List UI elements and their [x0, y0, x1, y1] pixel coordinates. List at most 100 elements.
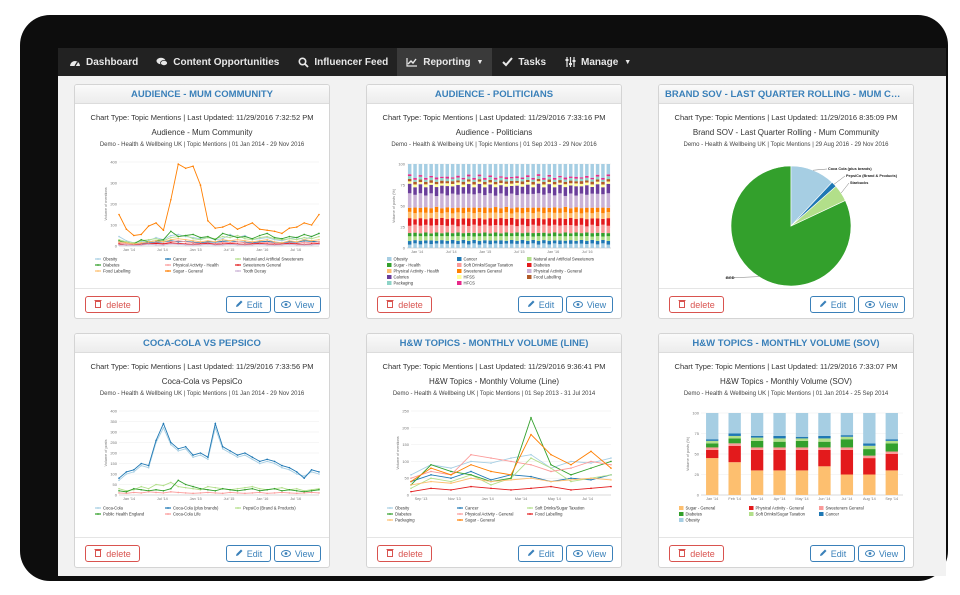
view-button[interactable]: View — [566, 545, 613, 562]
bar-segment — [440, 208, 444, 214]
bar-segment — [536, 174, 541, 176]
bar-segment — [440, 240, 444, 244]
bar-segment — [795, 440, 809, 448]
chart-title: Coca-Cola vs PepsiCo — [161, 377, 243, 386]
card-title[interactable]: H&W TOPICS - MONTHLY VOLUME (SOV) — [659, 334, 913, 353]
data-point — [510, 479, 512, 481]
bar-segment — [542, 207, 546, 214]
bar-segment — [863, 443, 876, 446]
view-button[interactable]: View — [858, 545, 905, 562]
report-card-coca-cola-vs-pepsico: COCA-COLA VS PEPSICO Chart Type: Topic M… — [74, 333, 330, 568]
bar-segment — [542, 240, 546, 244]
data-point — [236, 241, 239, 243]
edit-button[interactable]: Edit — [810, 545, 855, 562]
view-button[interactable]: View — [858, 296, 905, 313]
delete-button[interactable]: delete — [377, 296, 432, 313]
data-point — [155, 237, 157, 240]
bar-segment — [595, 164, 600, 175]
card-title[interactable]: AUDIENCE - POLITICIANS — [367, 85, 621, 104]
bar-segment — [531, 177, 535, 180]
bar-segment — [563, 243, 568, 248]
bar-segment — [429, 184, 433, 194]
bar-segment — [750, 435, 764, 438]
pie-chart: BGD Coca Cola (plus brands) PepsiCo (Brand… — [724, 165, 898, 286]
x-tick-label: May '14 — [795, 497, 808, 501]
delete-button[interactable]: delete — [85, 545, 140, 562]
card-title[interactable]: H&W TOPICS - MONTHLY VOLUME (LINE) — [367, 334, 621, 353]
trash-icon — [678, 548, 686, 559]
bar-segment — [434, 225, 439, 233]
bar-segment — [558, 208, 562, 213]
data-point — [140, 462, 143, 465]
data-point — [281, 486, 283, 489]
bar-segment — [472, 179, 476, 182]
bar-segment — [558, 218, 562, 226]
view-button[interactable]: View — [566, 296, 613, 313]
bar-segment — [499, 243, 503, 248]
card-title[interactable]: BRAND SOV - LAST QUARTER ROLLING - MUM C… — [659, 85, 913, 104]
nav-reporting[interactable]: Reporting ▼ — [397, 48, 493, 76]
edit-button[interactable]: Edit — [518, 545, 563, 562]
edit-button[interactable]: Edit — [810, 296, 855, 313]
data-point — [590, 467, 592, 469]
nav-manage[interactable]: Manage ▼ — [555, 48, 640, 76]
bar-segment — [413, 184, 417, 188]
legend-marker — [167, 513, 169, 515]
bar-segment — [885, 470, 898, 495]
data-point — [155, 488, 157, 491]
data-point — [244, 225, 246, 227]
bar-segment — [558, 193, 562, 209]
data-point — [214, 244, 217, 246]
data-point — [184, 445, 187, 448]
bar-segment — [461, 164, 466, 178]
chart-title: H&W Topics - Monthly Volume (Line) — [428, 377, 560, 386]
bar-segment — [520, 236, 525, 240]
chat-icon — [156, 56, 169, 68]
data-point — [273, 460, 276, 463]
delete-button[interactable]: delete — [85, 296, 140, 313]
delete-button[interactable]: delete — [377, 545, 432, 562]
bar-segment — [445, 183, 450, 187]
edit-button[interactable]: Edit — [518, 296, 563, 313]
bar-segment — [542, 236, 546, 241]
legend-label: Sugar - General — [465, 518, 495, 523]
nav-dashboard[interactable]: Dashboard — [60, 48, 147, 76]
bar-segment — [418, 233, 423, 237]
bar-segment — [568, 193, 573, 209]
bar-segment — [499, 225, 503, 234]
data-point — [273, 244, 276, 246]
bar-segment — [606, 164, 611, 175]
bar-segment — [585, 240, 589, 245]
card-title[interactable]: COCA-COLA VS PEPSICO — [75, 334, 329, 353]
data-point — [236, 238, 239, 241]
nav-tasks[interactable]: Tasks — [492, 48, 555, 76]
legend-label: Sugar - General — [686, 506, 716, 511]
bar-segment — [413, 181, 417, 185]
x-tick-label: Aug '14 — [863, 497, 876, 501]
data-point — [229, 234, 231, 237]
delete-button[interactable]: delete — [669, 545, 724, 562]
view-button[interactable]: View — [274, 545, 321, 562]
bar-segment — [461, 239, 466, 244]
delete-button[interactable]: delete — [669, 296, 724, 313]
legend-label: Packaging — [395, 518, 415, 523]
bar-segment — [493, 179, 498, 182]
bar-segment — [477, 181, 482, 184]
bar-segment — [509, 233, 514, 237]
nav-content-opportunities[interactable]: Content Opportunities — [147, 48, 288, 76]
card-title[interactable]: AUDIENCE - MUM COMMUNITY — [75, 85, 329, 104]
nav-influencer-feed[interactable]: Influencer Feed — [288, 48, 397, 76]
edit-button[interactable]: Edit — [226, 545, 271, 562]
edit-button[interactable]: Edit — [226, 296, 271, 313]
bar-segment — [429, 212, 433, 219]
legend-label: Diabetes — [534, 263, 551, 268]
y-tick-label: 25 — [695, 472, 700, 477]
data-point — [251, 243, 254, 246]
bar-segment — [818, 413, 831, 436]
eye-icon — [864, 549, 875, 559]
data-point — [170, 481, 172, 484]
data-point — [229, 239, 231, 242]
data-point — [610, 485, 612, 488]
view-button[interactable]: View — [274, 296, 321, 313]
data-point — [140, 492, 143, 494]
